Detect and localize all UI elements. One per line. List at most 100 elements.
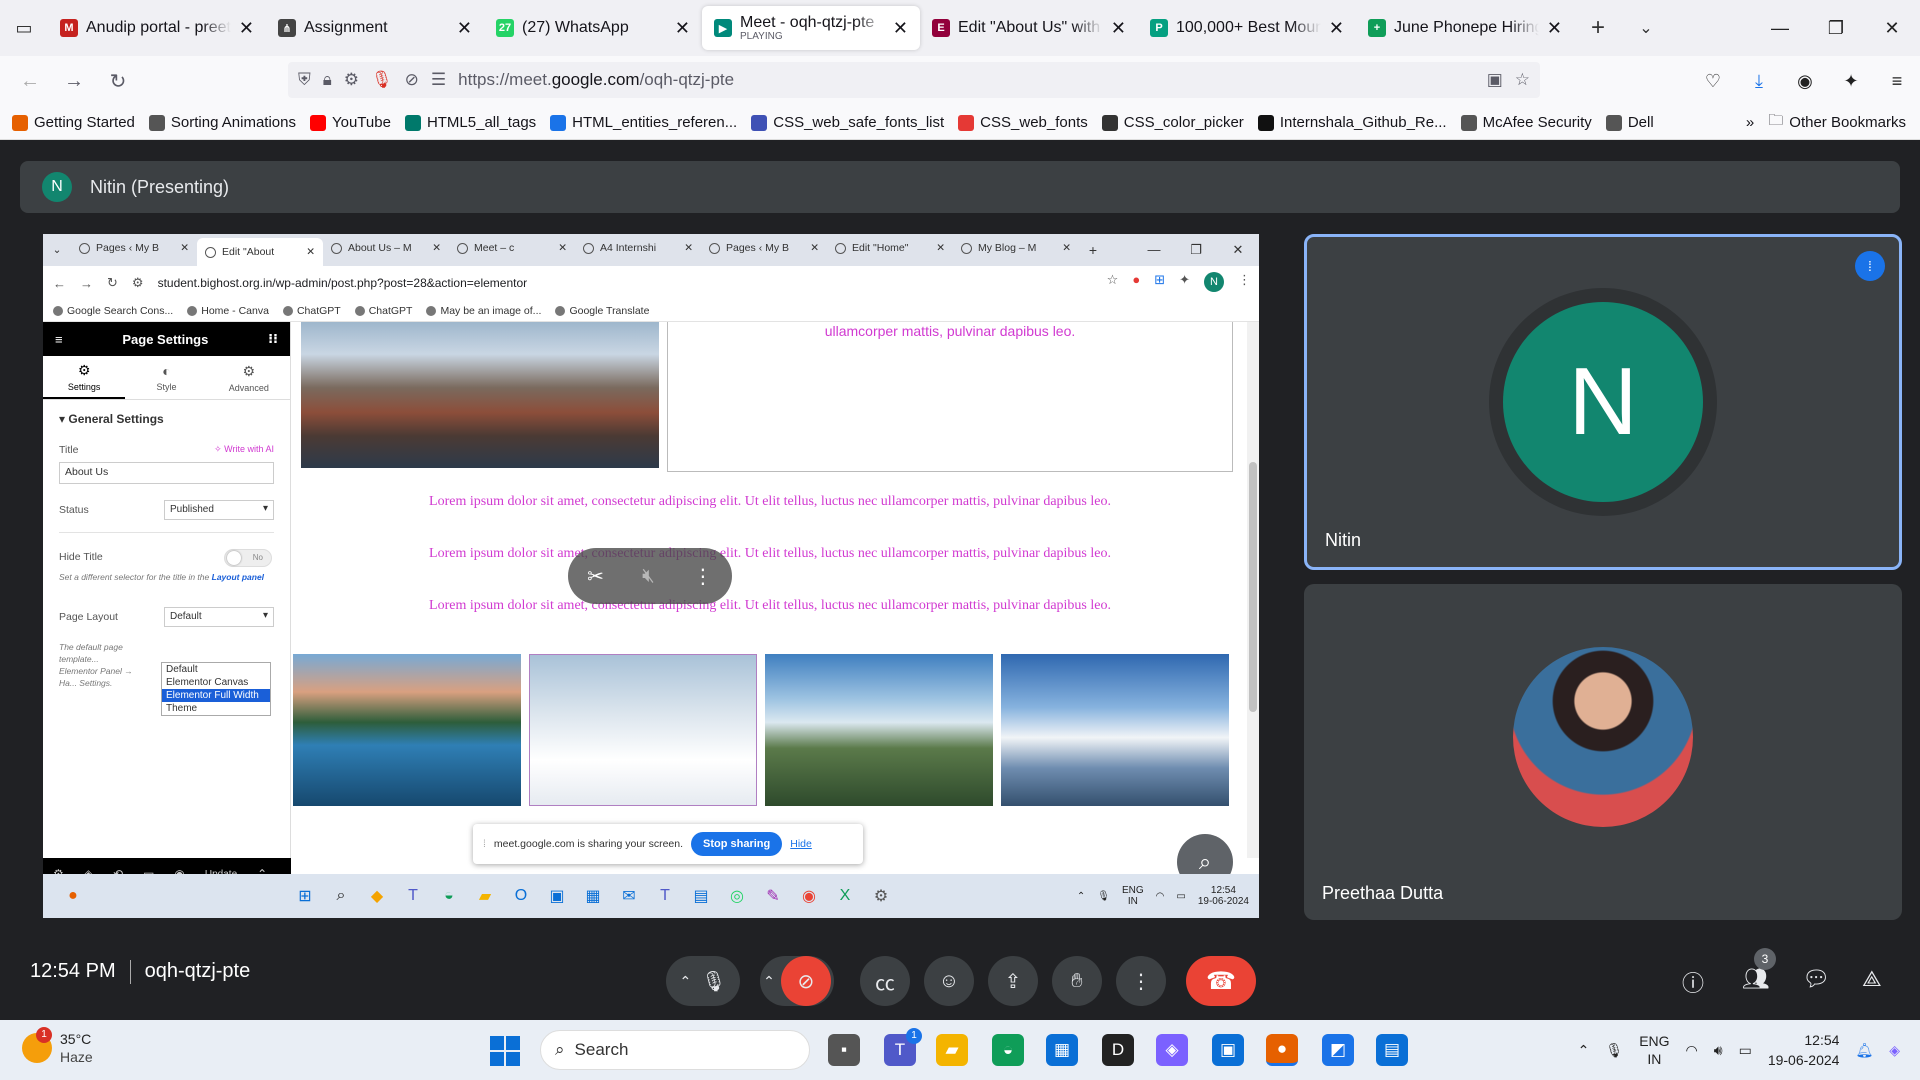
bookmark-item[interactable]: CSS_color_picker [1101,114,1244,131]
dell-icon[interactable]: D [1102,1034,1134,1066]
page-info-icon[interactable]: ☰ [431,70,446,90]
tab-list-button[interactable]: ▭ [0,0,48,56]
browser-tab[interactable]: ▶ Meet - oqh-qtzj-pte PLAYING ✕ [702,6,920,50]
forward-button[interactable]: → [52,63,96,99]
reactions-button[interactable]: ☺ [924,956,974,1006]
edge-icon[interactable]: ◒ [992,1034,1024,1066]
microphone-permission-icon[interactable]: 🎙︎ [371,70,393,90]
address-bar[interactable]: ⛨ 🔒︎ ⚙︎ 🎙︎ ⊘ ☰ https://meet.google.com/o… [288,62,1540,98]
copilot-icon[interactable]: ◈ [1156,1034,1188,1066]
close-tab-icon[interactable]: ✕ [1547,18,1562,39]
tab-title: June Phonepe Hiring - [1394,19,1539,36]
teams-icon[interactable]: T1 [884,1028,922,1066]
bookmark-item[interactable]: McAfee Security [1460,114,1592,131]
bookmark-item[interactable]: CSS_web_safe_fonts_list [751,114,944,131]
people-button[interactable]: 3 👥︎ [1742,948,1776,992]
tracking-shield-icon[interactable]: ⛨ [298,70,311,90]
search-placeholder: Search [574,1040,629,1059]
pocket-icon[interactable]: ♡ [1690,71,1736,92]
taskbar-search[interactable]: ⌕ Search [540,1030,810,1070]
activities-button[interactable]: ⟁ [1862,966,1882,992]
file-explorer-icon[interactable]: ▰ [936,1034,968,1066]
battery-icon[interactable]: ▭ [1739,1042,1752,1059]
restore-button[interactable]: ❐ [1808,0,1864,56]
other-bookmarks-folder[interactable]: 🗀 Other Bookmarks [1768,110,1906,135]
browser-tab[interactable]: + June Phonepe Hiring - ✕ [1356,6,1574,50]
lock-icon[interactable]: 🔒︎ [323,70,332,90]
tray-mic-icon[interactable]: 🎙︎ [1605,1042,1623,1059]
camera-off-icon[interactable]: ⊘ [780,956,831,1006]
participant-tile-preethaa[interactable]: Preethaa Dutta [1304,584,1902,920]
notifications-bell-icon[interactable]: 🔔︎ [1855,1042,1873,1059]
close-tab-icon[interactable]: ✕ [675,18,690,39]
photos-icon[interactable]: ◩ [1322,1034,1354,1066]
start-button[interactable] [490,1036,520,1066]
more-options-button[interactable]: ⋮ [1116,956,1166,1006]
account-icon[interactable]: ◉ [1782,71,1828,92]
chat-button[interactable]: 💬︎ [1802,966,1830,992]
browser-tab[interactable]: P 100,000+ Best Mounta ✕ [1138,6,1356,50]
bookmark-item[interactable]: Internshala_Github_Re... [1257,114,1447,131]
bookmark-item[interactable]: Getting Started [12,114,135,131]
bookmark-star-icon[interactable]: ☆ [1515,70,1530,90]
task-view-icon[interactable]: ▪ [828,1034,860,1066]
shared-screen[interactable]: ⌄ Pages ‹ My B ✕ Edit "About ✕ About Us – M ✕… [43,234,1259,918]
bookmark-item[interactable]: YouTube [309,114,391,131]
shared-tab-favicon-icon [331,242,342,254]
permissions-icon[interactable]: ⚙︎ [344,70,359,90]
close-tab-icon[interactable]: ✕ [457,18,472,39]
close-tab-icon[interactable]: ✕ [1111,18,1126,39]
browser-tab[interactable]: 27 (27) WhatsApp ✕ [484,6,702,50]
participant-tile-nitin[interactable]: ⁞ N Nitin [1304,234,1902,570]
leave-call-button[interactable]: ☎︎ [1186,956,1256,1006]
toolbar-right: ♡ ⤓ ◉ ✦ ≡ [1690,56,1920,106]
new-tab-button[interactable]: + [1574,0,1622,56]
shared-tab-close-icon: ✕ [432,242,441,254]
meeting-info-button[interactable]: ⓘ [1682,966,1704,998]
shared-tab: Meet – c ✕ [449,234,575,262]
minimize-button[interactable]: — [1752,0,1808,56]
camera-blocked-icon[interactable]: ⊘ [405,70,419,90]
notepad-icon[interactable]: ▤ [1376,1034,1408,1066]
microphone-icon[interactable]: 🎙︎ [701,969,726,994]
wifi-icon[interactable]: ◠ [1686,1042,1698,1059]
browser-tab[interactable]: ⋔ Assignment ✕ [266,6,484,50]
list-all-tabs-button[interactable]: ⌄ [1622,0,1670,56]
screen-share-indicator-icon[interactable]: ▣ [1487,70,1503,90]
present-screen-button[interactable]: ⇪ [988,956,1038,1006]
microphone-control[interactable]: ⌃ 🎙︎ [666,956,740,1006]
captions-button[interactable]: ㏄ [860,956,910,1006]
language-indicator[interactable]: ENG IN [1639,1032,1669,1068]
reload-button[interactable]: ↻ [96,63,140,99]
volume-icon[interactable]: 🔊︎ [1714,1042,1723,1059]
firefox-icon[interactable]: ● [1266,1034,1298,1066]
close-tab-icon[interactable]: ✕ [1329,18,1344,39]
video-options-chevron-icon[interactable]: ⌃ [763,973,775,990]
bookmark-item[interactable]: HTML_entities_referen... [550,114,737,131]
downloads-icon[interactable]: ⤓ [1736,71,1782,92]
store-icon[interactable]: ▦ [1046,1034,1078,1066]
bookmark-item[interactable]: Sorting Animations [148,114,296,131]
tray-chevron-icon[interactable]: ⌃ [1578,1042,1590,1059]
close-tab-icon[interactable]: ✕ [239,18,254,39]
browser-tab[interactable]: M Anudip portal - preeth ✕ [48,6,266,50]
weather-widget[interactable]: 35°C Haze [22,1027,93,1066]
extensions-icon[interactable]: ✦ [1828,71,1874,92]
camera-control[interactable]: ⌃ ⊘ [760,956,834,1006]
raise-hand-button[interactable]: ✋︎ [1052,956,1102,1006]
remote-desktop-icon[interactable]: ▣ [1212,1034,1244,1066]
copilot-tray-icon[interactable]: ◈ [1889,1042,1900,1059]
bookmark-item[interactable]: HTML5_all_tags [404,114,536,131]
bookmark-favicon-icon [751,114,768,131]
taskbar-clock[interactable]: 12:54 19-06-2024 [1768,1030,1840,1070]
bookmark-item[interactable]: Dell [1605,114,1654,131]
close-window-button[interactable]: ✕ [1864,0,1920,56]
browser-tab[interactable]: E Edit "About Us" with Elem ✕ [920,6,1138,50]
back-button[interactable]: ← [8,63,52,99]
bookmark-item[interactable]: CSS_web_fonts [958,114,1088,131]
audio-options-chevron-icon[interactable]: ⌃ [679,973,691,990]
more-bookmarks-chevron-icon[interactable]: » [1746,114,1754,131]
close-tab-icon[interactable]: ✕ [893,18,908,39]
menu-icon[interactable]: ≡ [1874,71,1920,92]
shared-nav-right: ☆ ● ⊞ ✦ N ⋮ [1107,272,1251,292]
